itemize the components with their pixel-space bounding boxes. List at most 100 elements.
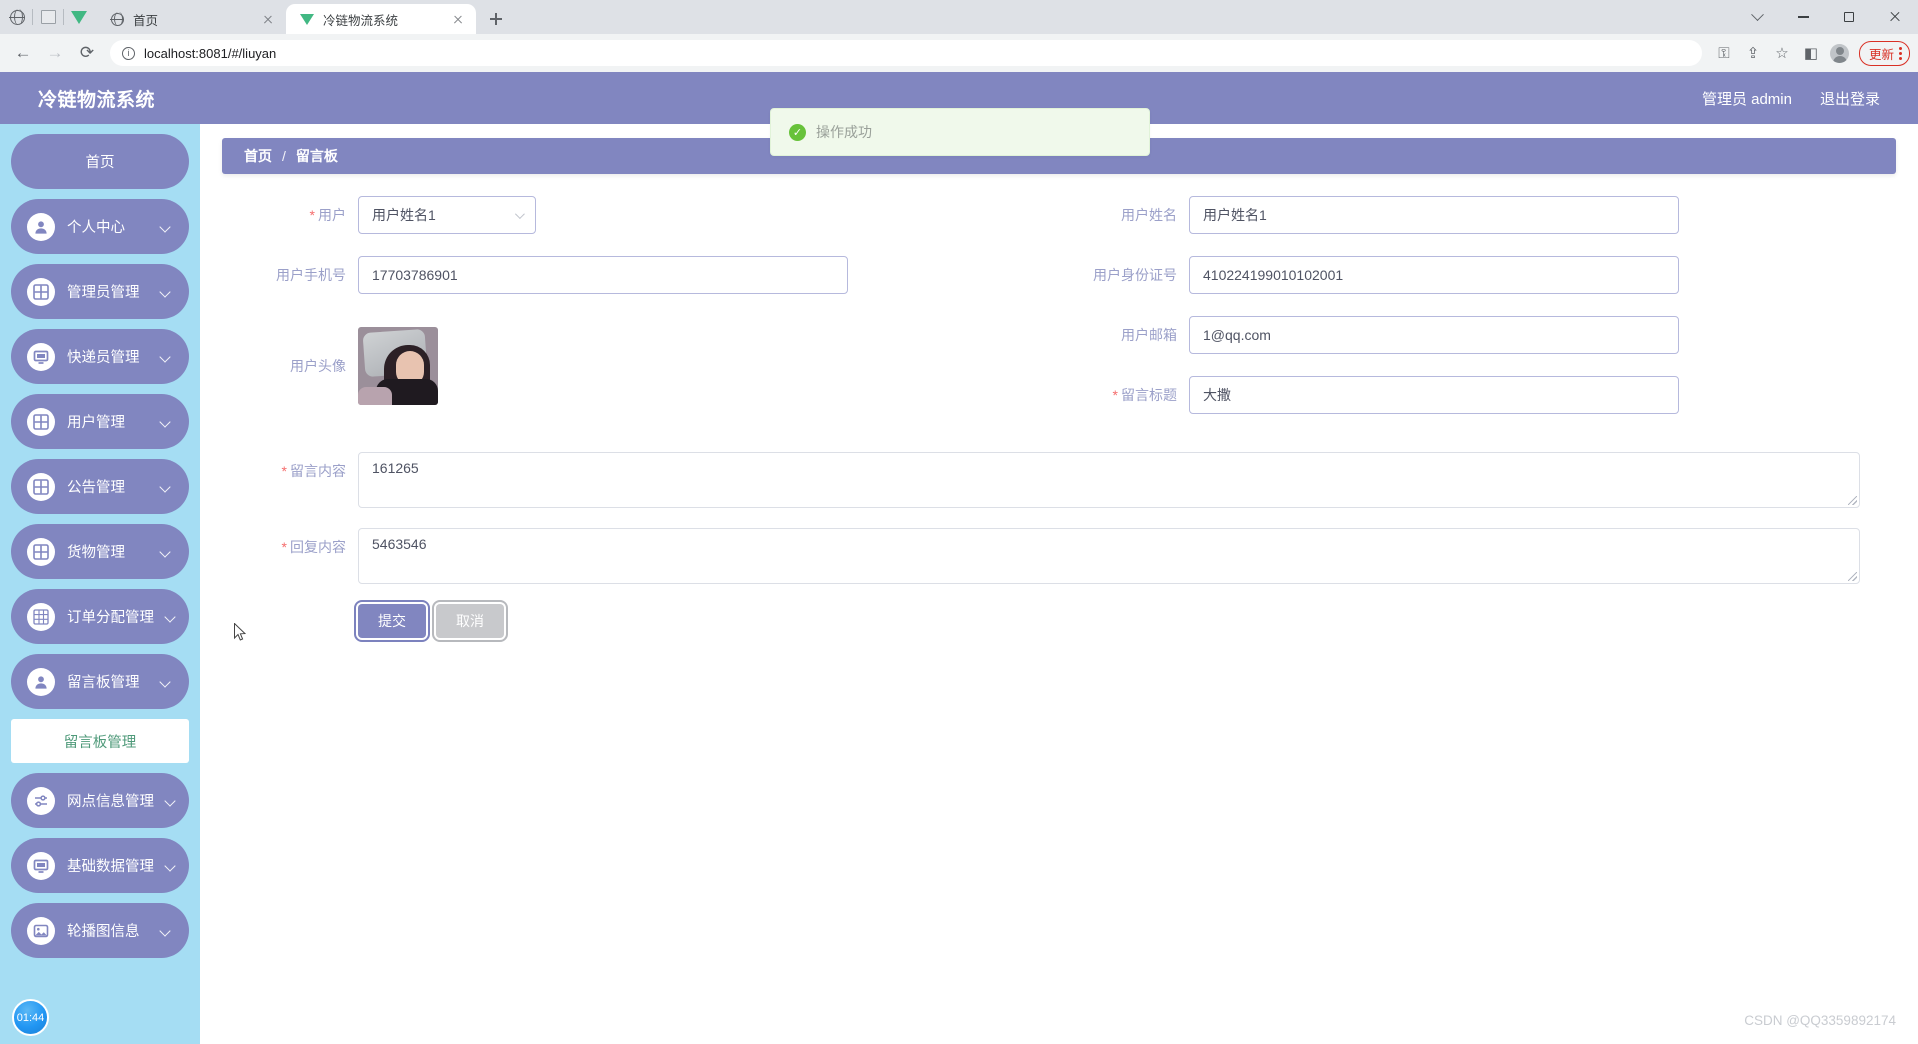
- bookmark-star-icon[interactable]: ☆: [1768, 39, 1796, 67]
- sidebar-item-carousel-info[interactable]: 轮播图信息: [11, 903, 189, 958]
- sidebar-item-announcement-management[interactable]: 公告管理: [11, 459, 189, 514]
- window-minimize-button[interactable]: [1780, 0, 1826, 34]
- browser-toolbar: ← → ⟳ i localhost:8081/#/liuyan ⚿ ⇪ ☆ ◧ …: [0, 34, 1918, 72]
- profile-avatar-icon[interactable]: [1826, 39, 1854, 67]
- window-maximize-button[interactable]: [1826, 0, 1872, 34]
- sidebar-item-home[interactable]: 首页: [11, 134, 189, 189]
- side-panel-icon[interactable]: ◧: [1797, 39, 1825, 67]
- sidebar-item-label: 留言板管理: [67, 675, 140, 691]
- user-name-input[interactable]: 用户姓名1: [1189, 196, 1679, 234]
- sidebar-item-cargo-management[interactable]: 货物管理: [11, 524, 189, 579]
- share-icon[interactable]: ⇪: [1739, 39, 1767, 67]
- browser-tab-strip: 首页 冷链物流系统: [0, 0, 1918, 34]
- app-body: 首页 个人中心 管理员管理 快递员管理 用户管理 公告管理 货物管理 订单分配管…: [0, 124, 1918, 1044]
- required-asterisk: *: [309, 207, 315, 223]
- user-email-value: 1@qq.com: [1203, 327, 1271, 343]
- update-button[interactable]: 更新: [1858, 40, 1910, 66]
- sidebar-item-admin-management[interactable]: 管理员管理: [11, 264, 189, 319]
- resize-handle-icon[interactable]: [1848, 572, 1857, 581]
- message-content-value: 161265: [372, 460, 419, 476]
- resize-handle-icon[interactable]: [1848, 496, 1857, 505]
- monitor-icon: [27, 342, 55, 371]
- chrome-menu-chevron-icon[interactable]: [1734, 0, 1780, 34]
- label-text: 留言标题: [1121, 387, 1177, 403]
- new-tab-button[interactable]: [482, 5, 510, 33]
- chevron-down-icon: [159, 350, 171, 363]
- current-user-label: 管理员 admin: [1701, 90, 1792, 108]
- breadcrumb-separator: /: [282, 148, 286, 164]
- browser-tab-home[interactable]: 首页: [96, 4, 286, 34]
- form-column-left: * 用户 用户姓名1 用户手机号 17703786901 用户头像: [228, 196, 1059, 438]
- sidebar: 首页 个人中心 管理员管理 快递员管理 用户管理 公告管理 货物管理 订单分配管…: [0, 124, 200, 1044]
- sidebar-item-label: 订单分配管理: [67, 610, 154, 626]
- user-avatar-image[interactable]: [358, 327, 438, 405]
- submenu-item-label: 留言板管理: [63, 734, 137, 751]
- reload-button[interactable]: ⟳: [72, 38, 102, 68]
- sidebar-item-courier-management[interactable]: 快递员管理: [11, 329, 189, 384]
- chevron-down-icon: [159, 415, 171, 428]
- sliders-icon: [27, 786, 55, 815]
- form-row-reply-content: * 回复内容 5463546: [228, 528, 1890, 584]
- form-actions: 提交 取消: [228, 600, 1890, 642]
- password-key-icon[interactable]: ⚿: [1710, 39, 1738, 67]
- form-column-right: 用户姓名 用户姓名1 用户身份证号 410224199010102001 用户邮…: [1059, 196, 1890, 438]
- forward-button[interactable]: →: [40, 38, 70, 68]
- chrome-menu-icon[interactable]: [1899, 46, 1902, 60]
- timer-badge[interactable]: 01:44: [12, 999, 49, 1036]
- tab-close-icon[interactable]: [450, 11, 466, 27]
- user-select[interactable]: 用户姓名1: [358, 196, 536, 234]
- address-bar[interactable]: i localhost:8081/#/liuyan: [110, 40, 1702, 66]
- globe-icon: [4, 4, 30, 30]
- sidebar-submenu-item-message-board[interactable]: 留言板管理: [11, 719, 189, 763]
- breadcrumb-root[interactable]: 首页: [244, 146, 272, 166]
- sidebar-item-order-allocation-management[interactable]: 订单分配管理: [11, 589, 189, 644]
- user-email-input[interactable]: 1@qq.com: [1189, 316, 1679, 354]
- sidebar-item-message-board-management[interactable]: 留言板管理: [11, 654, 189, 709]
- sidebar-item-label: 快递员管理: [67, 350, 140, 366]
- grid-icon: [27, 277, 55, 306]
- required-asterisk: *: [281, 463, 287, 479]
- site-info-icon[interactable]: i: [122, 46, 135, 60]
- user-select-value: 用户姓名1: [372, 207, 436, 223]
- window-close-button[interactable]: [1872, 0, 1918, 34]
- chevron-down-icon: [159, 480, 171, 493]
- chevron-down-icon: [159, 924, 171, 937]
- url-text: localhost:8081/#/liuyan: [144, 45, 277, 61]
- user-phone-value: 17703786901: [372, 267, 458, 283]
- reply-content-textarea[interactable]: 5463546: [358, 528, 1860, 584]
- sidebar-item-personal-center[interactable]: 个人中心: [11, 199, 189, 254]
- vue-icon: [299, 11, 315, 27]
- sidebar-item-basic-data-management[interactable]: 基础数据管理: [11, 838, 189, 893]
- browser-tab-logistics[interactable]: 冷链物流系统: [286, 4, 476, 34]
- sidebar-item-user-management[interactable]: 用户管理: [11, 394, 189, 449]
- user-icon: [27, 212, 55, 241]
- message-title-input[interactable]: 大撒: [1189, 376, 1679, 414]
- chevron-down-icon: [514, 208, 525, 219]
- back-button[interactable]: ←: [8, 38, 38, 68]
- toolbar-actions: ⚿ ⇪ ☆ ◧ 更新: [1710, 39, 1910, 67]
- logout-button[interactable]: 退出登录: [1820, 88, 1880, 109]
- label-text: 用户: [318, 207, 346, 223]
- header-actions: 管理员 admin 退出登录: [1702, 72, 1880, 124]
- user-name-value: 用户姓名1: [1203, 207, 1267, 223]
- divider: [63, 9, 64, 25]
- submit-button[interactable]: 提交: [354, 600, 430, 642]
- tab-close-icon[interactable]: [260, 11, 276, 27]
- application-window: 冷链物流系统 管理员 admin 退出登录 ✓ 操作成功 首页 个人中心 管理员…: [0, 72, 1918, 1044]
- label-user-avatar: 用户头像: [290, 358, 346, 374]
- user-phone-input[interactable]: 17703786901: [358, 256, 848, 294]
- sidebar-item-branch-info-management[interactable]: 网点信息管理: [11, 773, 189, 828]
- label-user: * 用户: [228, 196, 358, 234]
- form-columns: * 用户 用户姓名1 用户手机号 17703786901 用户头像 用户姓名 用…: [228, 196, 1890, 438]
- label-reply-content: * 回复内容: [228, 528, 358, 566]
- user-idcard-input[interactable]: 410224199010102001: [1189, 256, 1679, 294]
- globe-icon: [109, 11, 125, 27]
- message-content-textarea[interactable]: 161265: [358, 452, 1860, 508]
- window-controls: [1734, 0, 1918, 34]
- cancel-button[interactable]: 取消: [432, 600, 508, 642]
- success-check-icon: ✓: [789, 123, 806, 141]
- table-icon: [27, 602, 55, 631]
- success-toast: ✓ 操作成功: [770, 108, 1150, 156]
- picture-icon: [27, 916, 55, 945]
- sidebar-item-label: 轮播图信息: [67, 924, 140, 940]
